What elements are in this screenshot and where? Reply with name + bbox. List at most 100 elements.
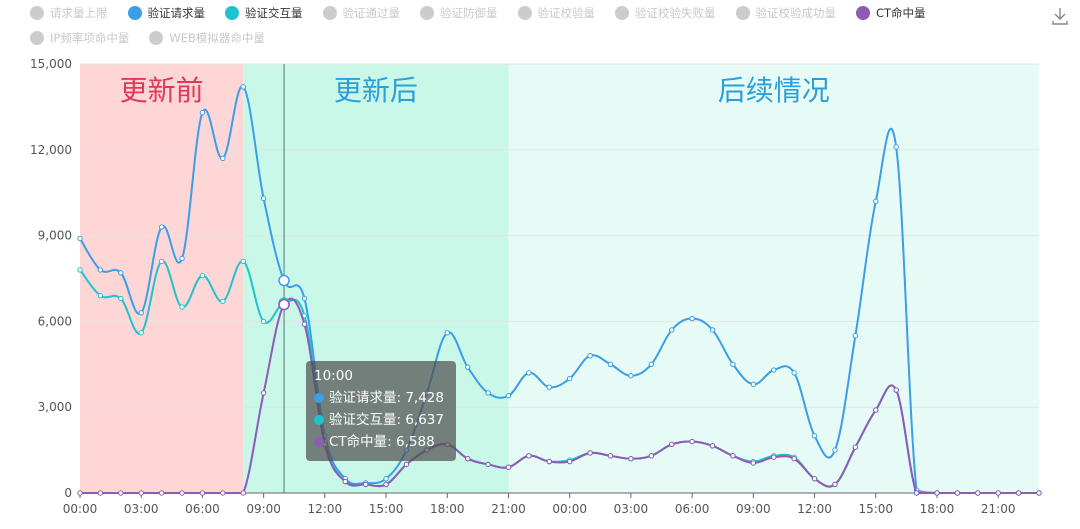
data-point (607, 453, 614, 459)
data-point (199, 490, 206, 496)
data-point (220, 490, 226, 496)
data-point (403, 461, 410, 468)
data-point (485, 390, 491, 396)
y-tick-label: 3,000 (38, 400, 72, 414)
data-point (362, 481, 369, 488)
data-point (648, 361, 655, 367)
x-tick-label: 15:00 (369, 502, 404, 516)
data-point (118, 490, 124, 496)
y-tick-label: 12,000 (30, 143, 72, 157)
data-point (852, 444, 859, 450)
data-point (954, 490, 961, 496)
data-point (118, 295, 124, 302)
data-point (628, 373, 634, 379)
data-point (220, 298, 226, 305)
data-point (913, 490, 920, 496)
x-tick-label: 09:00 (736, 502, 771, 516)
data-point (1036, 490, 1042, 496)
data-point (179, 490, 185, 496)
data-point (240, 490, 246, 496)
data-point (260, 318, 267, 325)
data-point (138, 310, 144, 316)
x-tick-label: 06:00 (185, 502, 220, 516)
data-point (220, 155, 226, 162)
y-tick-label: 0 (64, 486, 72, 500)
region-label: 更新后 (334, 74, 418, 107)
x-tick-label: 00:00 (552, 502, 587, 516)
region-label: 后续情况 (718, 74, 830, 107)
chart-svg: 0 3,000 6,000 9,000 12,000 15,000 00:00 03:00 06… (30, 57, 1042, 516)
data-point (158, 258, 165, 265)
data-point (852, 333, 859, 339)
region-band (80, 64, 244, 493)
data-point (383, 481, 389, 488)
data-point (730, 453, 736, 459)
highlight-point (278, 298, 290, 311)
data-point (77, 235, 83, 242)
data-point (199, 272, 206, 279)
data-point (709, 443, 716, 449)
x-tick-label: 18:00 (920, 502, 955, 516)
data-point (934, 490, 940, 496)
data-point (546, 458, 552, 465)
data-point (730, 361, 736, 367)
x-tick-label: 09:00 (246, 502, 281, 516)
data-point (771, 367, 777, 373)
x-tick-label: 03:00 (614, 502, 649, 516)
x-tick-label: 00:00 (63, 502, 98, 516)
tooltip-row-label: CT命中量: 6,588 (329, 434, 435, 450)
data-point (138, 330, 144, 336)
tooltip-dot (314, 393, 324, 403)
data-point (97, 490, 104, 496)
tooltip-row-label: 验证请求量: 7,428 (329, 390, 444, 406)
data-point (240, 258, 246, 265)
data-point (791, 370, 797, 376)
data-point (240, 84, 246, 90)
data-point (669, 441, 675, 448)
data-point (607, 361, 614, 367)
data-point (587, 450, 593, 456)
data-point (260, 390, 267, 396)
data-point (260, 195, 267, 202)
x-tick-label: 15:00 (858, 502, 893, 516)
tooltip-row-label: 验证交互量: 6,637 (329, 412, 444, 428)
data-point (567, 375, 573, 382)
data-point (832, 447, 838, 453)
data-point (628, 455, 634, 462)
data-point (77, 267, 83, 273)
x-tick-label: 18:00 (430, 502, 465, 516)
data-point (383, 476, 389, 482)
data-point (791, 455, 797, 462)
data-point (97, 267, 104, 273)
data-point (1015, 490, 1022, 496)
data-point (995, 490, 1001, 496)
data-point (526, 370, 532, 376)
y-tick-label: 9,000 (38, 229, 72, 243)
data-point (975, 490, 981, 496)
data-point (669, 327, 675, 333)
data-point (771, 454, 777, 460)
data-point (567, 458, 573, 465)
data-point (77, 490, 83, 496)
y-tick-label: 15,000 (30, 57, 72, 71)
y-tick-label: 6,000 (38, 314, 72, 328)
x-tick-label: 06:00 (675, 502, 710, 516)
region-label: 更新前 (120, 74, 204, 107)
x-tick-label: 21:00 (981, 502, 1016, 516)
data-point (546, 384, 552, 390)
data-point (709, 327, 716, 333)
tooltip-title: 10:00 (314, 368, 353, 384)
region-band (508, 64, 1039, 493)
data-point (893, 144, 899, 150)
data-point (587, 353, 593, 359)
data-point (689, 315, 695, 322)
data-point (689, 438, 695, 445)
x-tick-label: 03:00 (124, 502, 159, 516)
data-point (893, 387, 899, 393)
data-point (179, 304, 185, 310)
data-point (485, 461, 491, 468)
data-point (811, 433, 818, 439)
data-point (464, 455, 471, 462)
data-point (158, 224, 165, 230)
data-point (505, 393, 512, 399)
